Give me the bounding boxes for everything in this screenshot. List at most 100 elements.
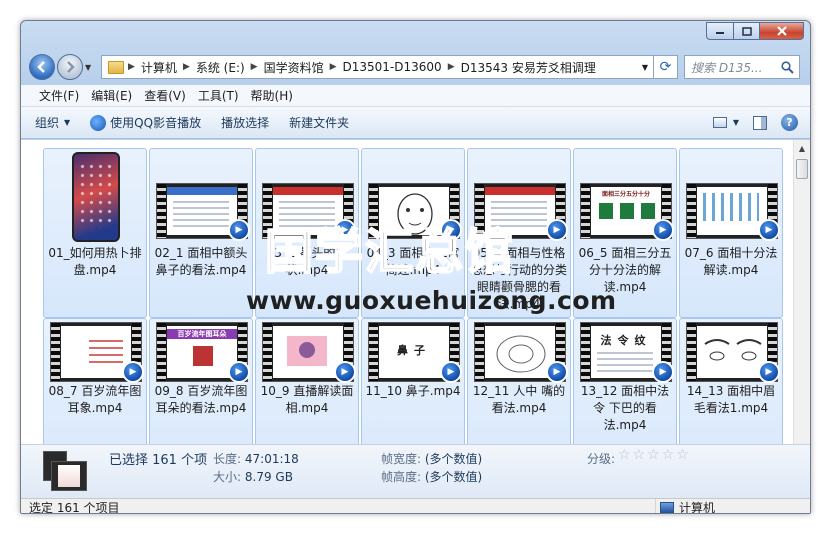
minimize-button[interactable]: [706, 22, 734, 40]
video-badge-icon: ▶: [546, 361, 568, 383]
play-with-qq-button[interactable]: 使用QQ影音播放: [90, 114, 201, 131]
preview-pane-icon[interactable]: [753, 115, 767, 130]
menu-edit[interactable]: 编辑(E): [85, 87, 138, 104]
change-view-icon[interactable]: [712, 117, 727, 128]
crumb-computer[interactable]: 计算机: [135, 59, 183, 76]
vertical-scrollbar[interactable]: ▲: [793, 140, 810, 444]
file-name: 03_2 额头的形状.mp4: [266, 246, 348, 277]
file-tile[interactable]: ▶ 08_7 百岁流年图 耳象.mp4: [43, 318, 147, 444]
help-icon[interactable]: ?: [781, 114, 798, 131]
file-tile[interactable]: ▶ 02_1 面相中额头鼻子的看法.mp4: [149, 148, 253, 318]
video-badge-icon: ▶: [652, 361, 674, 383]
crumb-current-folder[interactable]: D13543 安易芳爻相调理: [455, 59, 602, 76]
file-tile[interactable]: 01_如何用热卜排盘.mp4: [43, 148, 147, 318]
selection-count: 已选择 161 个项: [109, 453, 208, 468]
maximize-icon: [741, 26, 752, 36]
play-with-qq-label: 使用QQ影音播放: [110, 116, 202, 130]
file-name: 10_9 直播解读面相.mp4: [260, 384, 354, 415]
address-bar[interactable]: ▶ 计算机 ▶ 系统 (E:) ▶ 国学资料馆 ▶ D13501-D13600 …: [101, 55, 654, 79]
file-tile[interactable]: ▶ 14_13 面相中眉毛看法1.mp4: [679, 318, 783, 444]
file-tile[interactable]: 面相三分五分十分 ▶ 06_5 面相三分五分十分法的解读.mp4: [573, 148, 677, 318]
play-selection-button[interactable]: 播放选择: [221, 114, 269, 131]
close-icon: [776, 26, 787, 36]
minimize-icon: [716, 32, 724, 34]
file-name: 01_如何用热卜排盘.mp4: [48, 246, 142, 277]
thumbnail-caption: 面相三分五分十分: [601, 191, 650, 198]
multiple-videos-icon: [43, 451, 87, 495]
file-name: 06_5 面相三分五分十分法的解读.mp4: [578, 246, 672, 294]
rating-stars[interactable]: ☆☆☆☆☆: [618, 447, 691, 463]
folder-icon: [108, 60, 124, 74]
details-pane: 已选择 161 个项 长度: 47:01:18 大小: 8.79 GB 帧宽度:…: [21, 444, 810, 498]
menu-file[interactable]: 文件(F): [33, 87, 85, 104]
close-button[interactable]: [760, 22, 804, 40]
search-input[interactable]: 搜索 D135...: [684, 55, 800, 79]
file-name: 04_3 面相十二宫简述.mp4: [366, 246, 460, 277]
recent-pages-dropdown[interactable]: ▼: [85, 63, 97, 72]
crumb-separator[interactable]: ▶: [448, 62, 455, 72]
status-bar: 选定 161 个项目 计算机: [21, 498, 810, 513]
scrollbar-thumb[interactable]: [796, 159, 808, 179]
file-name: 07_6 面相十分法解读.mp4: [684, 246, 778, 277]
chevron-down-icon: ▼: [64, 118, 71, 127]
video-badge-icon: ▶: [228, 361, 250, 383]
file-name: 14_13 面相中眉毛看法1.mp4: [686, 384, 776, 415]
length-label: 长度:: [213, 452, 242, 466]
video-badge-icon: ▶: [228, 219, 250, 241]
file-tile[interactable]: ▶ 07_6 面相十分法解读.mp4: [679, 148, 783, 318]
file-grid: 01_如何用热卜排盘.mp4 ▶ 02_1 面相中额头鼻子的看法.mp4 ▶ 0…: [43, 148, 783, 444]
crumb-separator[interactable]: ▶: [128, 62, 135, 72]
explorer-window: ▼ ▶ 计算机 ▶ 系统 (E:) ▶ 国学资料馆 ▶ D13501-D1360…: [20, 20, 811, 514]
search-icon[interactable]: [781, 60, 794, 74]
address-dropdown-icon[interactable]: ▼: [637, 63, 653, 72]
file-tile[interactable]: ▶ 10_9 直播解读面相.mp4: [255, 318, 359, 444]
file-name: 13_12 面相中法令 下巴的看法.mp4: [580, 384, 670, 432]
file-tile[interactable]: ▶ 05_4 面相与性格思想与行动的分类 眼睛颧骨腮的看法.mp4: [467, 148, 571, 318]
crumb-separator[interactable]: ▶: [183, 62, 190, 72]
length-field: 长度: 47:01:18: [213, 450, 299, 467]
video-badge-icon: ▶: [652, 219, 674, 241]
menu-tools[interactable]: 工具(T): [192, 87, 245, 104]
video-badge-icon: ▶: [546, 219, 568, 241]
thumbnail-caption: 鼻子: [397, 344, 431, 357]
face-sketch-icon: [397, 193, 433, 235]
file-tile[interactable]: ▶ 03_2 额头的形状.mp4: [255, 148, 359, 318]
crumb-separator[interactable]: ▶: [251, 62, 258, 72]
forward-button[interactable]: [57, 54, 83, 80]
frame-height-field: 帧高度: (多个数值): [381, 468, 482, 485]
refresh-icon: ⟳: [659, 59, 672, 75]
new-folder-label: 新建文件夹: [289, 116, 350, 130]
file-name: 12_11 人中 嘴的看法.mp4: [472, 384, 566, 415]
video-badge-icon: ▶: [758, 219, 780, 241]
file-name: 05_4 面相与性格思想与行动的分类 眼睛颧骨腮的看法.mp4: [470, 246, 567, 311]
menu-view[interactable]: 查看(V): [138, 87, 192, 104]
video-badge-icon: ▶: [334, 361, 356, 383]
rating-label: 分级:: [587, 450, 615, 467]
organize-label: 组织: [35, 116, 60, 130]
crumb-drive-e[interactable]: 系统 (E:): [190, 59, 251, 76]
refresh-button[interactable]: ⟳: [654, 55, 678, 79]
maximize-button[interactable]: [734, 22, 760, 40]
crumb-separator[interactable]: ▶: [330, 62, 337, 72]
organize-button[interactable]: 组织 ▼: [35, 114, 70, 131]
illustration-icon: [287, 336, 327, 366]
crumb-range[interactable]: D13501-D13600: [337, 60, 448, 74]
file-tile[interactable]: 法令纹 ▶ 13_12 面相中法令 下巴的看法.mp4: [573, 318, 677, 444]
file-view: 01_如何用热卜排盘.mp4 ▶ 02_1 面相中额头鼻子的看法.mp4 ▶ 0…: [21, 140, 810, 444]
new-folder-button[interactable]: 新建文件夹: [289, 114, 349, 131]
view-dropdown-icon[interactable]: ▼: [733, 118, 739, 127]
file-tile[interactable]: ▶ 12_11 人中 嘴的看法.mp4: [467, 318, 571, 444]
file-tile[interactable]: 百岁流年图耳朵 ▶ 09_8 百岁流年图耳朵的看法.mp4: [149, 318, 253, 444]
file-name: 08_7 百岁流年图 耳象.mp4: [48, 384, 142, 415]
video-badge-icon: ▶: [440, 361, 462, 383]
video-badge-icon: ▶: [758, 361, 780, 383]
scroll-up-icon[interactable]: ▲: [794, 140, 810, 157]
file-tile[interactable]: 鼻子 ▶ 11_10 鼻子.mp4: [361, 318, 465, 444]
crumb-guoxue[interactable]: 国学资料馆: [258, 59, 330, 76]
frame-width-value: (多个数值): [424, 452, 483, 466]
play-selection-label: 播放选择: [221, 116, 270, 130]
video-badge-icon: ▶: [334, 219, 356, 241]
file-tile[interactable]: ▶ 04_3 面相十二宫简述.mp4: [361, 148, 465, 318]
back-button[interactable]: [29, 54, 55, 80]
menu-help[interactable]: 帮助(H): [245, 87, 299, 104]
